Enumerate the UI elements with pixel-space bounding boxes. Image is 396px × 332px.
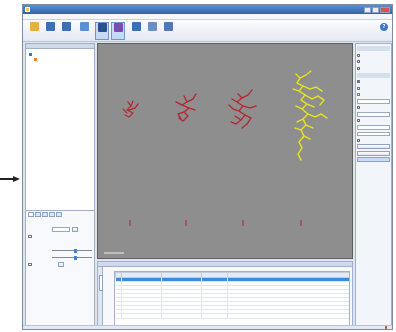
toolbar-button-2[interactable] [43,22,57,40]
properties-tab-4[interactable] [49,212,55,217]
table-cell [161,313,202,319]
toolbar-button-3[interactable] [59,22,73,40]
track-red-2 [175,93,197,122]
properties-tab-3[interactable] [42,212,48,217]
toolbar-button-8[interactable] [145,22,159,40]
side-tabs [98,267,103,328]
property-button[interactable] [72,227,78,232]
stats-table [115,272,349,319]
object-icon [34,58,37,61]
right-panel [355,43,392,327]
property-checkbox[interactable] [28,234,32,239]
close-icon[interactable] [380,6,390,13]
properties-tab-5[interactable] [56,212,62,217]
right-panel-section [357,72,390,78]
side-tab[interactable] [98,275,103,291]
right-panel-button[interactable] [357,144,390,150]
tree-item-root[interactable] [29,53,33,56]
title-bar [23,5,392,14]
properties-tabs [28,212,92,217]
toolbar-button-5[interactable] [95,22,109,40]
toolbar-button-1[interactable] [27,22,41,40]
property-row [28,233,92,240]
property-row [28,219,92,226]
property-field[interactable] [52,227,70,232]
property-button[interactable] [57,262,64,267]
right-panel-section [357,46,390,51]
stats-panel-header [98,262,352,267]
right-panel-option[interactable] [357,65,390,72]
left-panel [25,43,95,327]
window-controls [364,6,390,13]
bottom-panel [97,261,353,328]
arrow-icon [0,176,22,182]
properties-tab-1[interactable] [28,212,34,217]
option-field[interactable] [357,125,390,130]
toolbar: ? [23,20,392,42]
folder-icon [29,53,32,56]
right-panel-button[interactable] [357,150,390,156]
option-field[interactable] [357,131,390,136]
track-markers [129,220,302,226]
status-dot-icon [384,326,387,329]
properties-tab-2[interactable] [35,212,41,217]
option-checkbox[interactable] [357,106,360,110]
help-icon: ? [380,23,388,31]
track-red-3 [228,89,257,129]
table-cell [227,313,349,319]
table-cell [201,313,228,319]
option-checkbox[interactable] [357,53,360,57]
status-bar [23,325,392,329]
property-row [28,261,92,268]
toolbar-button-4[interactable] [77,22,91,40]
scene-tree [26,49,94,211]
toolbar-button-7[interactable] [129,22,143,40]
property-slider[interactable] [52,255,92,260]
right-panel-button-row [357,144,390,151]
property-row [28,247,92,254]
maximize-icon[interactable] [372,6,379,13]
stats-table-wrap[interactable] [114,271,350,327]
right-panel-button[interactable] [357,157,390,163]
right-panel-button-row [357,150,390,157]
option-checkbox[interactable] [357,66,360,70]
property-slider[interactable] [52,248,92,253]
property-row [28,226,92,233]
properties-panel [26,211,94,269]
option-dropdown[interactable] [357,112,390,117]
toolbar-button-6[interactable] [111,22,125,40]
right-panel-button-row [357,157,390,164]
viewport-canvas[interactable] [98,44,354,260]
toolbar-button-9[interactable] [161,22,175,40]
option-checkbox[interactable] [357,86,360,90]
property-row [28,240,92,247]
minimize-icon[interactable] [364,6,371,13]
table-row[interactable] [115,313,349,319]
option-checkbox[interactable] [357,80,360,84]
app-window: ? [22,4,393,330]
option-checkbox[interactable] [357,119,360,123]
tree-item-child[interactable] [34,58,38,61]
option-checkbox[interactable] [357,138,360,142]
track-red-1 [122,100,139,118]
option-checkbox[interactable] [357,60,360,64]
property-checkbox[interactable] [28,262,32,267]
status-text-wrap [384,326,389,329]
option-checkbox[interactable] [357,93,360,97]
property-row [28,254,92,261]
3d-viewport[interactable] [97,43,353,259]
table-cell [121,313,162,319]
track-yellow [292,70,328,161]
help-button[interactable]: ? [380,23,388,32]
option-field[interactable] [357,99,390,104]
app-icon [25,7,30,12]
